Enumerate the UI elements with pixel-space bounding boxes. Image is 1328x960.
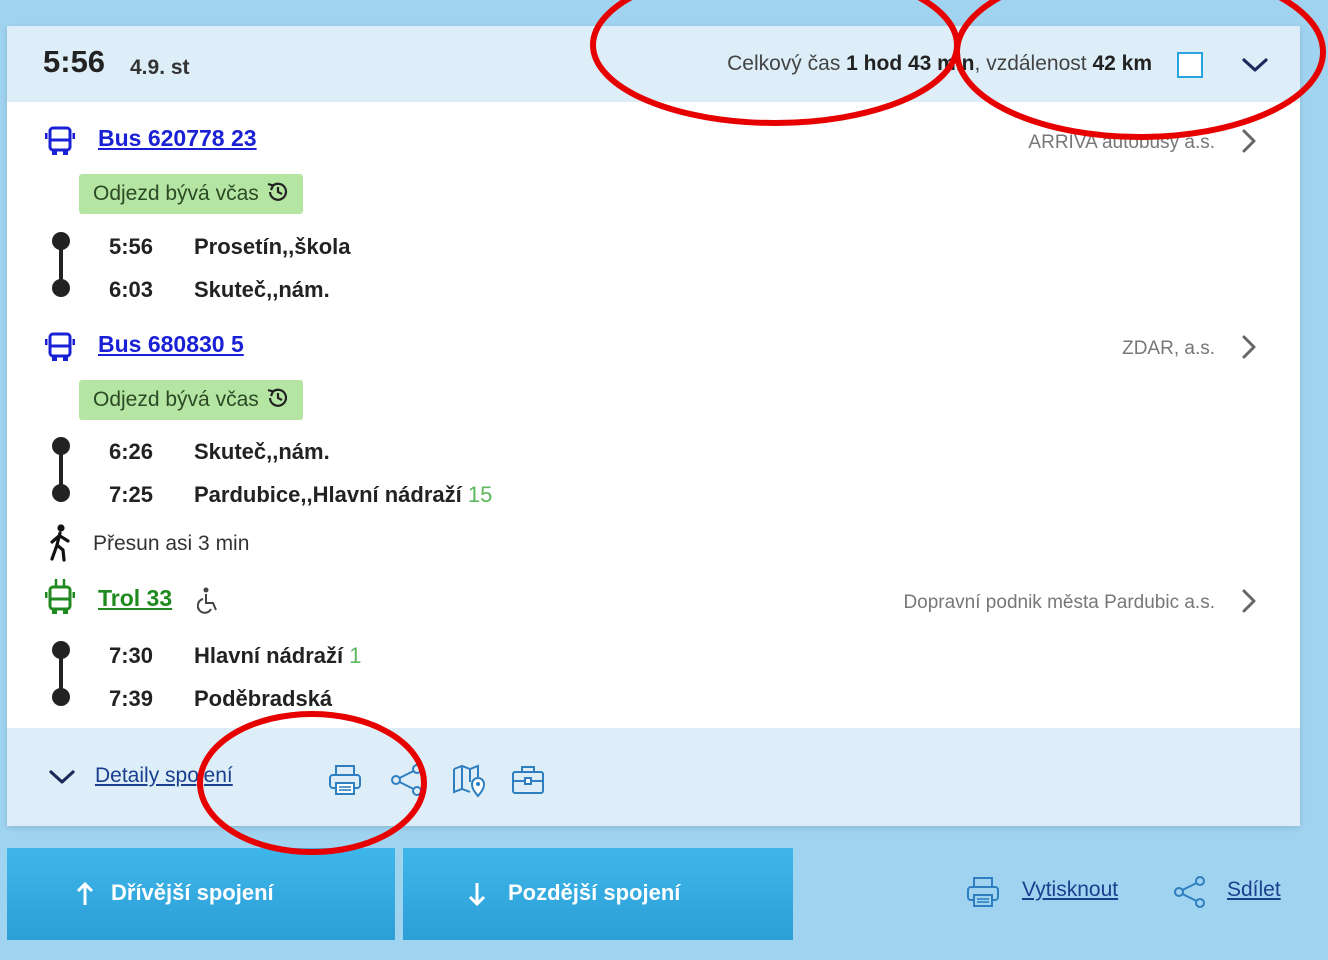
select-connection-checkbox[interactable] — [1177, 52, 1203, 78]
route-line-icon — [52, 437, 70, 502]
stop-time: 7:30 — [109, 643, 154, 668]
platform-number: 15 — [467, 482, 493, 507]
share-link[interactable]: Sdílet — [1227, 878, 1281, 902]
total-time-value: 1 hod 43 min — [846, 52, 975, 75]
details-link[interactable]: Detaily spojení — [95, 764, 233, 788]
later-connections-button[interactable]: Pozdější spojení — [403, 848, 793, 940]
trip-summary: Celkový čas 1 hod 43 min, vzdálenost 42 … — [727, 52, 1152, 75]
operator-name: Dopravní podnik města Pardubic a.s. — [903, 592, 1215, 613]
arrow-up-icon — [76, 881, 94, 905]
chevron-down-icon[interactable] — [47, 766, 77, 788]
route-line-icon — [52, 232, 70, 297]
stop-time: 6:03 — [109, 277, 154, 302]
stop-time: 6:26 — [109, 439, 154, 464]
departure-date: 4.9. st — [130, 56, 190, 79]
punctuality-badge: Odjezd bývá včas — [79, 380, 303, 420]
stop-name: Skuteč,,nám. — [194, 277, 330, 302]
platform-number: 1 — [349, 643, 362, 668]
printer-icon[interactable] — [327, 762, 363, 798]
walking-person-icon — [50, 524, 70, 562]
connection-card: 5:56 4.9. st Celkový čas 1 hod 43 min, v… — [7, 26, 1300, 826]
briefcase-icon[interactable] — [510, 762, 546, 798]
transfer-text: Přesun asi 3 min — [93, 532, 250, 555]
chevron-right-icon[interactable] — [1239, 332, 1259, 362]
connection-footer: Detaily spojení — [7, 728, 1300, 826]
map-icon[interactable] — [451, 762, 487, 798]
share-icon[interactable] — [389, 762, 425, 798]
stop-time: 7:39 — [109, 686, 154, 711]
chevron-right-icon[interactable] — [1239, 126, 1259, 156]
operator-name: ZDAR, a.s. — [1122, 338, 1215, 359]
total-time-label: Celkový čas — [727, 52, 841, 75]
history-clock-icon — [267, 388, 287, 407]
history-clock-icon — [267, 182, 287, 201]
leg-bus-680830: Bus 680830 5 ZDAR, a.s. — [7, 328, 1300, 368]
trolleybus-icon — [45, 579, 75, 614]
distance-label: vzdálenost — [986, 52, 1087, 75]
operator-name: ARRIVA autobusy a.s. — [1028, 132, 1215, 153]
chevron-right-icon[interactable] — [1239, 586, 1259, 616]
punctuality-badge: Odjezd bývá včas — [79, 174, 303, 214]
chevron-down-icon[interactable] — [1240, 54, 1270, 76]
arrow-down-icon — [468, 883, 486, 907]
line-link-trol-33[interactable]: Trol 33 — [98, 585, 172, 612]
wheelchair-icon — [197, 587, 217, 614]
leg-bus-620778: Bus 620778 23 ARRIVA autobusy a.s. — [7, 122, 1300, 162]
stop-time: 7:25 — [109, 482, 154, 507]
distance-value: 42 km — [1092, 52, 1152, 75]
stop-name: Poděbradská — [194, 686, 333, 711]
stop-name: Prosetín,,škola — [194, 234, 351, 259]
printer-icon[interactable] — [965, 874, 1001, 910]
print-link[interactable]: Vytisknout — [1022, 878, 1118, 902]
stop-time: 5:56 — [109, 234, 154, 259]
share-icon[interactable] — [1172, 874, 1208, 910]
bus-icon — [45, 332, 75, 361]
connection-header[interactable]: 5:56 4.9. st Celkový čas 1 hod 43 min, v… — [7, 26, 1300, 102]
earlier-connections-button[interactable]: Dřívější spojení — [7, 848, 395, 940]
route-line-icon — [52, 641, 70, 706]
departure-time: 5:56 — [43, 44, 106, 79]
leg-trol-33: Trol 33 Dopravní podnik města Pardubic a… — [7, 579, 1300, 622]
stop-name: Pardubice,,Hlavní nádraží 15 — [194, 482, 493, 507]
stop-name: Skuteč,,nám. — [194, 439, 330, 464]
line-link-bus-680830[interactable]: Bus 680830 5 — [98, 331, 244, 358]
bus-icon — [45, 126, 75, 155]
stop-name: Hlavní nádraží 1 — [194, 643, 362, 668]
line-link-bus-620778[interactable]: Bus 620778 23 — [98, 125, 257, 152]
